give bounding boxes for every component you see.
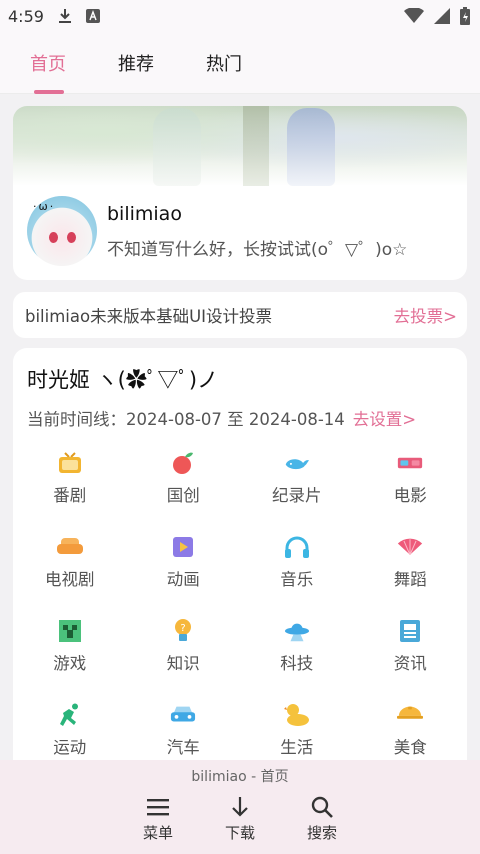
time-range-label: 当前时间线：2024-08-07 至 2024-08-14 xyxy=(27,410,345,429)
category-label: 运动 xyxy=(53,738,87,757)
main-content: ·ω· bilimiao 不知道写什么好，长按试试(o゜▽゜)o☆ bilimi… xyxy=(0,94,480,768)
category-guochuang[interactable]: 国创 xyxy=(127,450,241,534)
download-button[interactable]: 下载 xyxy=(219,794,261,843)
app-notification-icon xyxy=(85,9,100,23)
svg-text:?: ? xyxy=(181,623,186,634)
category-label: 音乐 xyxy=(280,570,314,589)
category-label: 生活 xyxy=(280,738,314,757)
category-animation[interactable]: 动画 xyxy=(127,534,241,618)
set-time-link[interactable]: 去设置> xyxy=(353,406,416,430)
banner-image xyxy=(13,106,467,186)
download-notification-icon xyxy=(58,8,72,24)
category-label: 国创 xyxy=(166,486,200,505)
category-label: 电视剧 xyxy=(45,570,95,589)
lightbulb-icon: ? xyxy=(170,618,196,644)
runner-icon xyxy=(57,702,83,728)
category-label: 汽车 xyxy=(166,738,200,757)
category-dance[interactable]: 舞蹈 xyxy=(354,534,468,618)
category-label: 舞蹈 xyxy=(393,570,427,589)
username: bilimiao xyxy=(107,202,182,225)
whale-icon xyxy=(284,450,310,476)
vote-text: bilimiao未来版本基础UI设计投票 xyxy=(25,307,273,326)
category-label: 纪录片 xyxy=(272,486,322,505)
category-car[interactable]: 汽车 xyxy=(127,702,241,768)
avatar: ·ω· xyxy=(27,196,97,266)
category-knowledge[interactable]: ? 知识 xyxy=(127,618,241,702)
fan-icon xyxy=(397,534,423,560)
duck-icon xyxy=(283,702,310,728)
signal-icon xyxy=(434,8,450,24)
battery-icon xyxy=(460,7,470,25)
wifi-icon xyxy=(404,8,424,24)
time-machine-title: 时光姬 ヽ(✿ﾟ▽ﾟ)ノ xyxy=(27,368,219,392)
play-icon xyxy=(170,534,196,560)
menu-button[interactable]: 菜单 xyxy=(137,794,179,843)
dish-icon xyxy=(397,702,424,728)
category-label: 电影 xyxy=(393,486,427,505)
vote-card[interactable]: bilimiao未来版本基础UI设计投票 去投票> xyxy=(13,292,467,338)
category-tv-series[interactable]: 电视剧 xyxy=(13,534,127,618)
category-tech[interactable]: 科技 xyxy=(240,618,354,702)
status-time: 4:59 xyxy=(8,6,44,26)
search-button-label: 搜索 xyxy=(306,824,337,842)
category-game[interactable]: 游戏 xyxy=(13,618,127,702)
category-label: 动画 xyxy=(166,570,200,589)
tab-recommend-label: 推荐 xyxy=(118,53,154,75)
category-label: 科技 xyxy=(280,654,314,673)
category-news[interactable]: 资讯 xyxy=(354,618,468,702)
3d-glasses-icon xyxy=(397,450,423,476)
category-music[interactable]: 音乐 xyxy=(240,534,354,618)
menu-icon xyxy=(147,794,169,820)
search-icon xyxy=(311,794,333,820)
category-documentary[interactable]: 纪录片 xyxy=(240,450,354,534)
download-icon xyxy=(230,794,250,820)
vote-link[interactable]: 去投票> xyxy=(394,303,457,327)
tab-bar: 首页 推荐 热门 xyxy=(0,32,480,94)
profile-card[interactable]: ·ω· bilimiao 不知道写什么好，长按试试(o゜▽゜)o☆ xyxy=(13,106,467,280)
tab-recommend[interactable]: 推荐 xyxy=(118,32,154,94)
category-movie[interactable]: 电影 xyxy=(354,450,468,534)
category-food[interactable]: 美食 xyxy=(354,702,468,768)
search-button[interactable]: 搜索 xyxy=(301,794,343,843)
category-sports[interactable]: 运动 xyxy=(13,702,127,768)
tab-popular-label: 热门 xyxy=(206,53,242,75)
category-label: 美食 xyxy=(393,738,427,757)
bottom-bar-title: bilimiao - 首页 xyxy=(191,769,289,785)
sofa-icon xyxy=(56,534,83,560)
status-bar: 4:59 xyxy=(0,0,480,32)
newspaper-icon xyxy=(397,618,423,644)
menu-button-label: 菜单 xyxy=(142,824,173,842)
bio-text: 不知道写什么好，长按试试(o゜▽゜)o☆ xyxy=(107,239,408,260)
category-life[interactable]: 生活 xyxy=(240,702,354,768)
category-label: 番剧 xyxy=(53,486,87,505)
category-label: 资讯 xyxy=(393,654,427,673)
tab-popular[interactable]: 热门 xyxy=(206,32,242,94)
car-icon xyxy=(170,702,196,728)
peach-icon xyxy=(170,450,196,476)
category-grid: 番剧 国创 纪录片 电影 电视剧 动画 音乐 舞蹈 游戏 ? 知识 科技 资讯 … xyxy=(13,430,467,768)
ufo-icon xyxy=(284,618,310,644)
category-label: 游戏 xyxy=(53,654,87,673)
creeper-icon xyxy=(57,618,83,644)
download-button-label: 下载 xyxy=(224,824,255,842)
bottom-bar: bilimiao - 首页 菜单 下载 搜索 xyxy=(0,760,480,854)
tv-icon xyxy=(57,450,83,476)
tab-home[interactable]: 首页 xyxy=(30,32,66,94)
category-bangumi[interactable]: 番剧 xyxy=(13,450,127,534)
headphones-icon xyxy=(284,534,310,560)
tab-home-label: 首页 xyxy=(30,53,66,75)
time-machine-card: 时光姬 ヽ(✿ﾟ▽ﾟ)ノ 当前时间线：2024-08-07 至 2024-08-… xyxy=(13,348,467,768)
category-label: 知识 xyxy=(166,654,200,673)
